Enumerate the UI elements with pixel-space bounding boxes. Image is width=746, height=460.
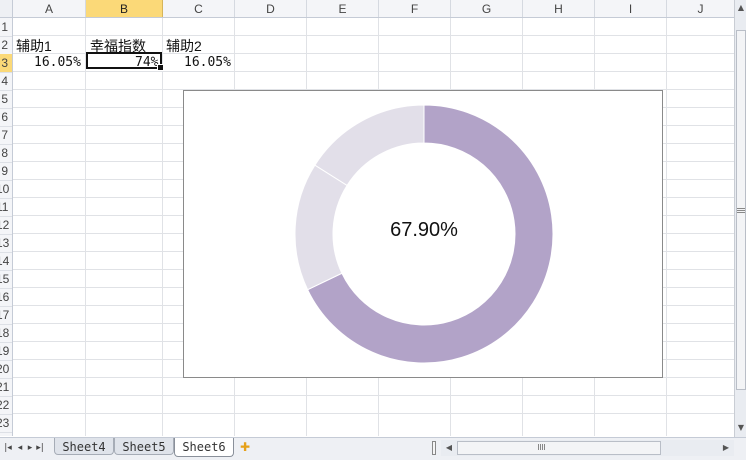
tab-sheet6[interactable]: Sheet6 <box>174 438 234 457</box>
column-header-a[interactable]: A <box>13 0 86 17</box>
grid-line <box>13 395 734 396</box>
row-header[interactable]: 17 <box>0 306 12 325</box>
column-header-e[interactable]: E <box>307 0 379 17</box>
horizontal-scroll-thumb[interactable] <box>457 441 661 455</box>
horizontal-scrollbar[interactable]: ◀ ▶ <box>441 440 734 456</box>
row-header[interactable]: 22 <box>0 396 12 415</box>
row-header[interactable]: 1 <box>0 18 12 37</box>
tab-sheet4[interactable]: Sheet4 <box>54 438 114 455</box>
tab-split-handle[interactable] <box>432 441 436 455</box>
row-header[interactable]: 5 <box>0 90 12 109</box>
donut-slice-3[interactable] <box>294 164 348 291</box>
grid-line <box>162 18 163 436</box>
active-cell-b3[interactable]: 74% <box>86 52 164 71</box>
scroll-grip-icon <box>538 444 546 450</box>
scroll-left-arrow-icon[interactable]: ◀ <box>443 442 455 454</box>
grid-line <box>13 71 734 72</box>
sheet-tab-bar: |◂ ◂ ▸ ▸| Sheet4 Sheet5 Sheet6 ✚ ◀ ▶ <box>0 437 746 460</box>
cell-c3[interactable]: 16.05% <box>184 55 231 70</box>
first-sheet-icon[interactable]: |◂ <box>2 441 14 455</box>
column-header-i[interactable]: I <box>595 0 667 17</box>
row-header[interactable]: 11 <box>0 198 12 217</box>
donut-center-label: 67.90% <box>390 219 458 241</box>
row-header[interactable]: 3 <box>0 54 12 73</box>
insert-sheet-icon[interactable]: ✚ <box>236 440 254 454</box>
scroll-grip-icon <box>737 208 745 214</box>
select-all-corner[interactable] <box>0 0 13 17</box>
row-header[interactable]: 4 <box>0 72 12 91</box>
scroll-right-arrow-icon[interactable]: ▶ <box>720 442 732 454</box>
column-header-g[interactable]: G <box>451 0 523 17</box>
last-sheet-icon[interactable]: ▸| <box>34 441 46 455</box>
column-header-d[interactable]: D <box>235 0 307 17</box>
grid-line <box>13 413 734 414</box>
vertical-scrollbar[interactable]: ▲ ▼ <box>734 0 746 437</box>
row-header[interactable]: 19 <box>0 342 12 361</box>
grid-line <box>666 18 667 436</box>
row-header[interactable]: 2 <box>0 36 12 55</box>
donut-chart[interactable]: 67.90% <box>183 90 663 378</box>
row-header[interactable]: 12 <box>0 216 12 235</box>
column-header-bar: A B C D E F G H I J <box>0 0 735 18</box>
scroll-down-arrow-icon[interactable]: ▼ <box>735 422 746 434</box>
row-header[interactable]: 15 <box>0 270 12 289</box>
row-header[interactable]: 7 <box>0 126 12 145</box>
cell-a2[interactable]: 辅助1 <box>16 36 52 56</box>
grid-line <box>85 18 86 436</box>
row-header[interactable]: 16 <box>0 288 12 307</box>
row-header[interactable]: 23 <box>0 414 12 433</box>
row-header[interactable]: 14 <box>0 252 12 271</box>
row-header[interactable]: 20 <box>0 360 12 379</box>
column-header-b[interactable]: B <box>86 0 163 17</box>
row-header[interactable]: 9 <box>0 162 12 181</box>
column-header-c[interactable]: C <box>163 0 235 17</box>
row-header[interactable]: 21 <box>0 378 12 397</box>
column-header-h[interactable]: H <box>523 0 595 17</box>
scroll-up-arrow-icon[interactable]: ▲ <box>735 2 746 14</box>
cell-a3[interactable]: 16.05% <box>34 55 81 70</box>
column-header-j[interactable]: J <box>667 0 735 17</box>
column-header-f[interactable]: F <box>379 0 451 17</box>
cell-c2[interactable]: 辅助2 <box>166 36 202 56</box>
fill-handle[interactable] <box>157 64 164 71</box>
cell-b3[interactable]: 74% <box>135 55 158 70</box>
row-header[interactable]: 18 <box>0 324 12 343</box>
row-header[interactable]: 13 <box>0 234 12 253</box>
donut-slice-1[interactable] <box>314 104 425 187</box>
row-header-bar: 1 2 3 4 5 6 7 8 9 10 11 12 13 14 15 16 1… <box>0 18 13 436</box>
row-header[interactable]: 6 <box>0 108 12 127</box>
row-header[interactable]: 8 <box>0 144 12 163</box>
row-header[interactable]: 10 <box>0 180 12 199</box>
tab-sheet5[interactable]: Sheet5 <box>114 438 174 455</box>
